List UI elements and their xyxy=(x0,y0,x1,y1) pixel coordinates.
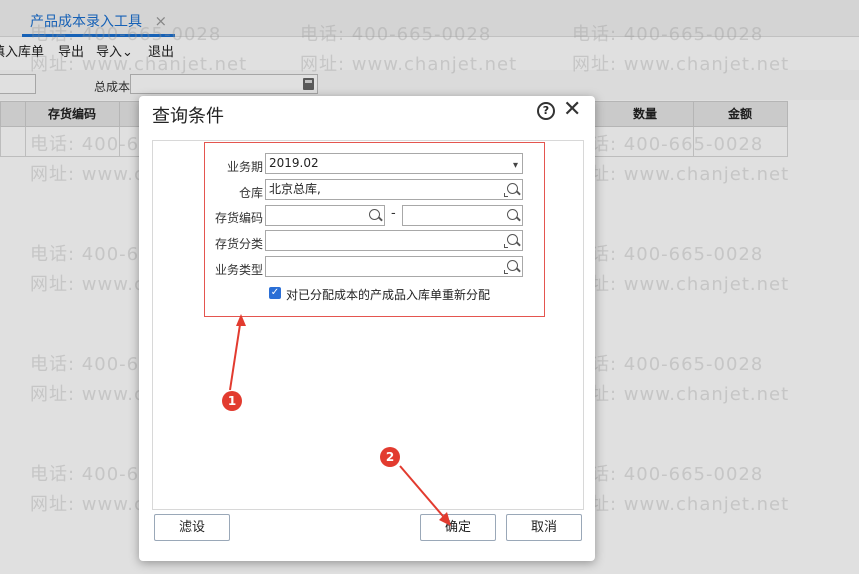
annotation-arrow-1 xyxy=(229,317,242,391)
annotation-badge-1: 1 xyxy=(222,391,242,411)
annotation-arrows xyxy=(229,314,451,526)
annotation-arrowhead-1 xyxy=(236,314,246,326)
annotation-arrow-2 xyxy=(399,465,449,523)
annotation-badge-2: 2 xyxy=(380,447,400,467)
